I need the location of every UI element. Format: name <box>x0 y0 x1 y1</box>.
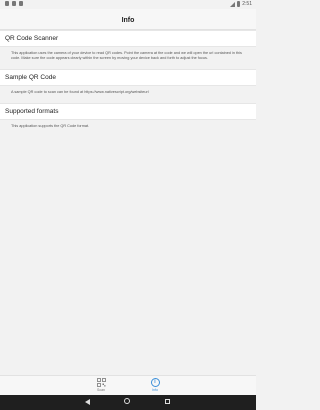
section-heading: Sample QR Code <box>0 69 256 86</box>
tab-info[interactable]: i Info <box>145 378 165 392</box>
section-heading: Supported formats <box>0 103 256 120</box>
page-title: Info <box>121 17 135 24</box>
battery-icon <box>237 1 241 7</box>
tab-label: Info <box>152 388 158 392</box>
section-heading: QR Code Scanner <box>0 30 256 47</box>
section-body: A sample QR code to scan can be found at… <box>11 90 149 94</box>
tab-scan[interactable]: Scan <box>91 378 111 392</box>
status-time: 2:51 <box>242 1 252 7</box>
recent-apps-icon[interactable] <box>165 399 170 404</box>
section-sample-qr-code: Sample QR Code A sample QR code to scan … <box>0 69 256 98</box>
sim-icon <box>5 1 9 6</box>
status-notifications <box>5 1 23 6</box>
bottom-tab-bar: Scan i Info <box>0 375 256 395</box>
storage-icon <box>12 1 16 6</box>
app-bar: Info <box>0 9 256 30</box>
info-content[interactable]: QR Code Scanner This application uses th… <box>0 30 256 137</box>
status-bar: 2:51 <box>0 0 256 9</box>
status-system: 2:51 <box>230 1 252 7</box>
section-body: This application supports the QR Code fo… <box>11 124 90 128</box>
signal-icon <box>230 1 236 7</box>
tab-label: Scan <box>97 388 105 392</box>
section-qr-code-scanner: QR Code Scanner This application uses th… <box>0 30 256 64</box>
back-icon[interactable] <box>85 399 90 405</box>
qr-code-icon <box>96 378 106 387</box>
system-nav-bar <box>0 395 256 410</box>
info-icon: i <box>150 378 160 387</box>
notification-icon <box>19 1 23 6</box>
home-icon[interactable] <box>124 398 130 404</box>
section-body: This application uses the camera of your… <box>11 51 242 60</box>
section-supported-formats: Supported formats This application suppo… <box>0 103 256 132</box>
